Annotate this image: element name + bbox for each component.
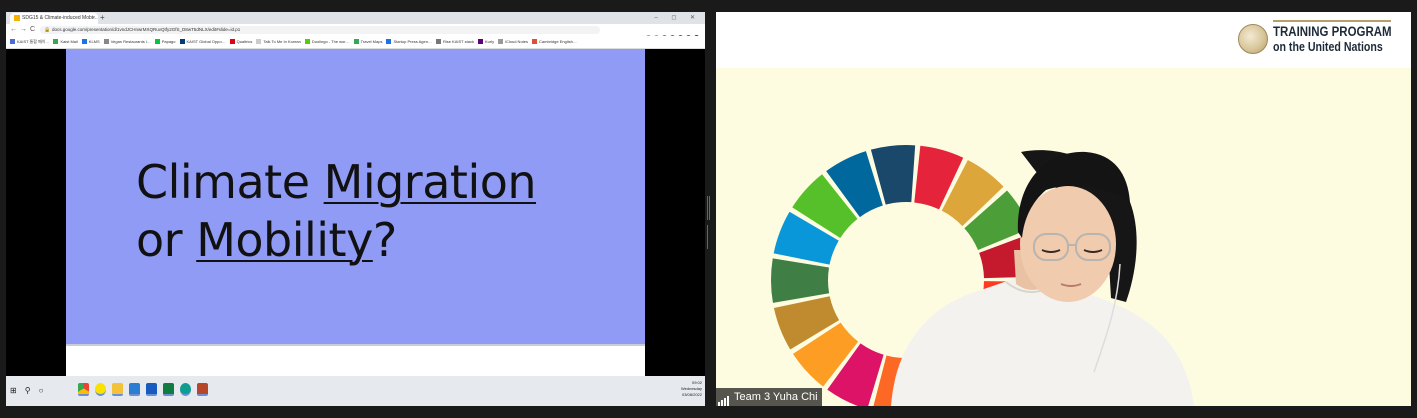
bookmark-item[interactable]: KLMS — [81, 36, 100, 48]
bookmark-item[interactable]: Startup Press Agen… — [386, 36, 432, 48]
participant-video: TRAINING PROGRAM on the United Nations T… — [716, 12, 1411, 406]
participant-name: Team 3 Yuha Chi — [734, 391, 818, 403]
chrome-icon[interactable] — [78, 383, 89, 396]
folder-icon[interactable] — [112, 383, 123, 396]
bookmark-item[interactable]: Travel Maps — [353, 36, 382, 48]
bookmark-item[interactable]: iCloud Notes — [498, 36, 528, 48]
presentation-slide: Climate Migration or Mobility? — [66, 49, 645, 344]
bookmark-item[interactable]: Talk To Me In Korean — [256, 36, 301, 48]
start-icon[interactable]: ⊞ — [10, 376, 17, 406]
slide-title-underlined: Migration — [323, 155, 537, 209]
participant-person — [891, 150, 1194, 406]
slides-icon — [14, 14, 20, 21]
globe-icon — [1238, 24, 1268, 54]
tab-title: SDG15 & Climate-induced Mobi… — [22, 15, 98, 21]
slide-title-text: ? — [372, 213, 397, 267]
signal-strength-icon — [718, 388, 730, 406]
bookmark-item[interactable]: Papago — [154, 36, 176, 48]
system-clock[interactable]: 09:02 Wednesday 03/08/2022 — [681, 380, 702, 398]
task-view-icon[interactable]: ○ — [39, 376, 44, 406]
word-icon[interactable] — [146, 383, 157, 396]
windows-taskbar: ⊞ ⚲ ○ 09:02 Wednesday 03/08/2022 — [6, 376, 705, 406]
split-view-divider[interactable] — [707, 196, 712, 249]
url-text: docs.google.com/presentation/d/1vndJCHnw… — [52, 27, 241, 32]
slide-title-underlined: Mobility — [196, 213, 373, 267]
shared-screen: SDG15 & Climate-induced Mobi… × + – ◻ ✕ … — [6, 12, 705, 406]
bookmark-item[interactable]: KAIST Global Oppo… — [179, 36, 226, 48]
slide-title-text: Climate — [136, 155, 324, 209]
training-program-logo: TRAINING PROGRAM on the United Nations — [1238, 20, 1394, 60]
zoom-icon[interactable] — [129, 383, 140, 396]
bookmark-item[interactable]: Kaist Mail — [53, 36, 78, 48]
kakaotalk-icon[interactable] — [95, 383, 106, 396]
lock-icon: 🔒 — [44, 27, 51, 33]
bookmark-item[interactable]: KAIST 통합 메이… — [10, 36, 49, 48]
reload-button[interactable]: C — [30, 24, 35, 36]
bookmark-item[interactable]: Kurly — [477, 36, 494, 48]
edge-icon[interactable] — [180, 383, 191, 396]
close-tab-icon[interactable]: × — [92, 13, 95, 24]
bookmark-item[interactable]: Qualtrics — [229, 36, 252, 48]
new-tab-button[interactable]: + — [100, 12, 105, 24]
browser-tab[interactable]: SDG15 & Climate-induced Mobi… × — [10, 13, 98, 24]
search-icon[interactable]: ⚲ — [25, 376, 31, 406]
address-bar-row: ← → C 🔒 docs.google.com/presentation/d/1… — [6, 24, 705, 40]
forward-button[interactable]: → — [20, 24, 27, 36]
logo-line-2: on the United Nations — [1273, 40, 1383, 54]
participant-name-label: Team 3 Yuha Chi — [716, 388, 822, 406]
slide-title-text: or — [136, 213, 197, 267]
browser-tab-bar: SDG15 & Climate-induced Mobi… × + – ◻ ✕ — [6, 12, 705, 24]
excel-icon[interactable] — [163, 383, 174, 396]
powerpoint-icon[interactable] — [197, 383, 208, 396]
bookmark-item[interactable]: Duolingo - The wor… — [304, 36, 350, 48]
pinned-apps — [78, 383, 214, 401]
bookmark-item[interactable]: Rise KAIST stack — [435, 36, 474, 48]
bookmarks-bar: KAIST 통합 메이… Kaist Mail KLMS Vegan Restaura… — [6, 36, 705, 49]
slide-title: Climate Migration or Mobility? — [136, 153, 537, 269]
back-button[interactable]: ← — [10, 24, 17, 36]
window-controls[interactable]: – ◻ ✕ — [654, 12, 701, 24]
clock-date: 03/08/2022 — [681, 392, 702, 397]
logo-line-1: TRAINING PROGRAM — [1273, 24, 1392, 39]
bookmark-item[interactable]: Vegan Restaurants i… — [103, 36, 151, 48]
url-input[interactable]: 🔒 docs.google.com/presentation/d/1vndJCH… — [40, 26, 600, 34]
bookmark-item[interactable]: Cambridge English… — [532, 36, 577, 48]
slide-filmstrip-area — [66, 344, 645, 376]
